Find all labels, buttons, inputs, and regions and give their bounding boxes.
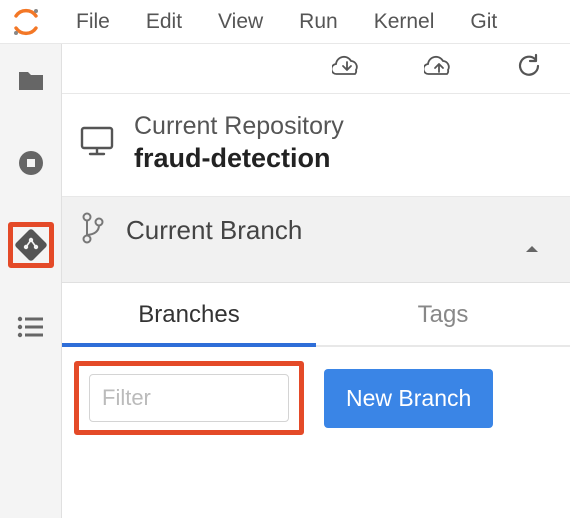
git-panel-icon[interactable] [8,222,54,268]
menu-items: File Edit View Run Kernel Git [58,4,515,40]
desktop-icon [80,126,114,161]
menu-kernel[interactable]: Kernel [356,4,453,40]
refresh-icon[interactable] [516,53,542,84]
menu-file[interactable]: File [58,4,128,40]
repo-label: Current Repository [134,112,344,141]
jupyter-logo-icon [8,4,44,40]
running-sessions-icon[interactable] [8,140,54,186]
menu-git[interactable]: Git [452,4,515,40]
filter-highlight-box [74,361,304,435]
file-browser-icon[interactable] [8,58,54,104]
repo-name: fraud-detection [134,143,344,174]
new-branch-button[interactable]: New Branch [324,369,493,428]
branch-label: Current Branch [126,215,302,246]
tab-tags[interactable]: Tags [316,283,570,345]
current-repo-row[interactable]: Current Repository fraud-detection [62,94,570,197]
branch-filter-input[interactable] [89,374,289,422]
git-toolbar [62,44,570,94]
branch-filter-row: New Branch [62,347,570,449]
current-branch-row[interactable]: Current Branch [62,197,570,283]
collapse-caret-icon [524,241,540,259]
branch-icon [80,211,106,250]
tab-branches[interactable]: Branches [62,283,316,345]
menu-run[interactable]: Run [281,4,356,40]
menu-edit[interactable]: Edit [128,4,200,40]
cloud-pull-icon[interactable] [332,54,362,83]
toc-icon[interactable] [8,304,54,350]
left-sidebar [0,44,62,518]
branch-tabs: Branches Tags [62,283,570,347]
menu-view[interactable]: View [200,4,281,40]
git-panel: Current Repository fraud-detection Curre… [62,44,570,518]
cloud-push-icon[interactable] [424,54,454,83]
top-menu-bar: File Edit View Run Kernel Git [0,0,570,44]
